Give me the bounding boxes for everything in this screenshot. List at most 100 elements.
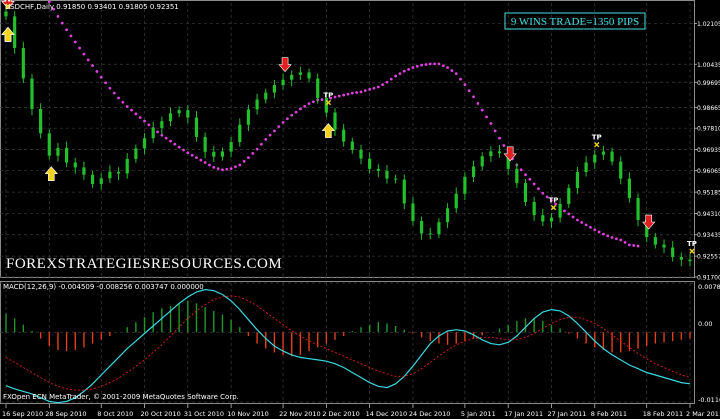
candle-body	[601, 151, 606, 155]
candle-body	[489, 151, 493, 157]
sar-dot	[264, 137, 268, 141]
candle-body	[56, 147, 60, 156]
sar-dot	[394, 74, 398, 78]
candle-body	[558, 203, 562, 218]
take-profit-label: TP	[548, 197, 558, 205]
sar-dot	[238, 163, 242, 167]
candle-body	[108, 171, 112, 179]
sar-dot	[290, 113, 294, 117]
candle-body	[359, 149, 363, 159]
sar-dot	[615, 237, 618, 241]
sar-dot	[467, 89, 471, 93]
copyright-text: FXOpen ECN MetaTrader, © 2001-2009 MetaQ…	[3, 393, 239, 401]
sar-dot	[273, 129, 276, 133]
sar-dot	[285, 117, 289, 121]
sar-dot	[164, 136, 168, 140]
sar-dot	[359, 90, 363, 94]
sar-dot	[294, 110, 298, 114]
sar-dot	[195, 156, 198, 160]
macd-scale-zero: 0.00	[698, 320, 712, 328]
candle-body	[134, 148, 138, 159]
sar-dot	[121, 100, 125, 104]
candle-body	[151, 127, 155, 139]
candle-body	[662, 244, 666, 248]
sar-dot	[65, 28, 69, 32]
sar-dot	[627, 243, 631, 247]
time-tick-label: 2 Dec 2010	[322, 410, 359, 418]
chart-background	[0, 0, 720, 419]
candle-body	[541, 215, 545, 222]
sar-dot	[307, 102, 311, 105]
sar-dot	[459, 77, 462, 81]
sar-dot	[433, 62, 436, 66]
sar-dot	[346, 92, 350, 96]
sar-dot	[610, 236, 614, 239]
sar-dot	[632, 244, 636, 247]
time-tick-label: 2 Mar 2011	[686, 410, 720, 418]
candle-body	[342, 129, 346, 142]
candle-body	[229, 142, 233, 152]
sar-dot	[251, 151, 255, 155]
candle-body	[238, 124, 242, 143]
sar-dot	[381, 83, 385, 86]
sar-dot	[472, 95, 475, 99]
candle-body	[264, 92, 268, 100]
sar-dot	[485, 115, 488, 119]
candle-body	[463, 176, 467, 194]
candle-body	[471, 166, 476, 177]
sar-dot	[489, 122, 493, 125]
take-profit-label: TP	[323, 92, 333, 100]
candle-body	[394, 178, 398, 180]
price-tick-label: 0.91700	[697, 275, 720, 282]
price-tick-label: 0.99695	[697, 80, 720, 87]
sar-dot	[333, 95, 337, 99]
time-tick-label: 14 Dec 2010	[366, 410, 408, 418]
candle-body	[584, 162, 588, 173]
sar-dot	[437, 62, 441, 66]
candle-body	[142, 138, 147, 149]
candle-body	[4, 11, 8, 17]
sar-dot	[537, 187, 540, 190]
candle-body	[567, 188, 571, 204]
sar-dot	[298, 107, 302, 111]
take-profit-label: TP	[687, 240, 697, 248]
time-tick-label: 16 Sep 2010	[2, 410, 43, 418]
candle-body	[454, 193, 458, 209]
sar-dot	[234, 165, 237, 169]
candle-body	[575, 172, 580, 189]
sar-dot	[597, 230, 601, 234]
price-tick-label: 0.92557	[697, 254, 720, 261]
candle-body	[316, 78, 320, 98]
price-tick-label: 0.96935	[697, 147, 720, 154]
sar-dot	[476, 102, 480, 105]
sar-dot	[567, 212, 571, 216]
sar-dot	[303, 104, 307, 108]
sar-dot	[169, 139, 172, 143]
candle-body	[194, 117, 199, 137]
sar-dot	[156, 130, 159, 134]
sar-dot	[138, 116, 142, 119]
sar-dot	[576, 218, 579, 222]
candle-body	[246, 109, 251, 125]
wins-banner: 9 WINS TRADE=1350 PIPS	[511, 16, 639, 28]
sar-dot	[480, 108, 484, 112]
sar-dot	[260, 142, 263, 146]
sar-dot	[528, 177, 532, 181]
sar-dot	[99, 75, 103, 79]
candle-body	[21, 48, 25, 79]
candle-body	[497, 151, 502, 154]
symbol-label: USDCHF,Daily 0.91850 0.93401 0.91805 0.9…	[5, 3, 179, 11]
candle-body	[523, 182, 528, 202]
sar-dot	[454, 72, 458, 76]
candle-body	[116, 171, 121, 174]
candle-body	[30, 78, 34, 109]
sar-dot	[563, 209, 566, 213]
sar-dot	[125, 105, 129, 108]
candle-body	[480, 156, 484, 167]
price-tick-label: 1.02105	[697, 21, 720, 28]
time-tick-label: 24 Dec 2010	[409, 410, 451, 418]
candle-body	[428, 233, 432, 235]
sar-dot	[532, 182, 536, 186]
sar-dot	[104, 81, 107, 85]
sar-dot	[212, 166, 216, 169]
